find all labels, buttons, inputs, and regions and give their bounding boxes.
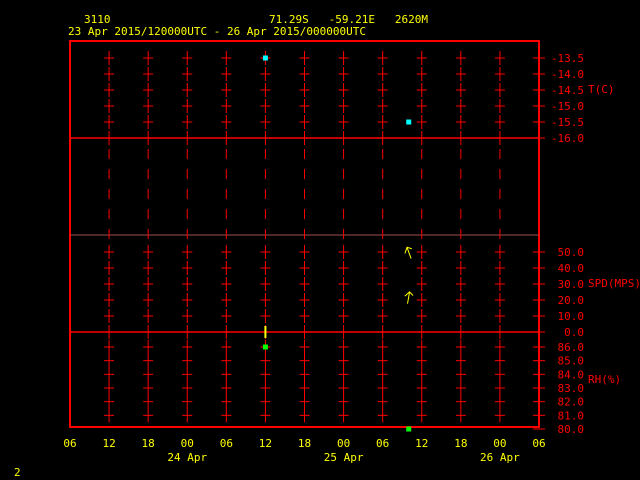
wind-arrow (404, 291, 414, 304)
y-tick-label: 80.0 (558, 423, 585, 436)
x-tick-label: 18 (298, 437, 311, 450)
x-tick-label: 00 (337, 437, 350, 450)
y-tick-label: 86.0 (558, 341, 585, 354)
x-day-label: 25 Apr (324, 451, 364, 464)
wind-arrow-shape (404, 291, 414, 304)
y-tick-label: -14.0 (551, 68, 584, 81)
x-tick-label: 12 (102, 437, 115, 450)
x-tick-label: 00 (181, 437, 194, 450)
y-tick-label: 10.0 (558, 310, 585, 323)
x-tick-label: 18 (142, 437, 155, 450)
ylabel-rh: RH(%) (588, 373, 621, 386)
wind-arrow (404, 246, 412, 259)
y-tick-label: 84.0 (558, 368, 585, 381)
y-tick-label: 20.0 (558, 294, 585, 307)
wind-arrow-shape (404, 246, 412, 259)
x-tick-label: 06 (63, 437, 76, 450)
y-tick-label: -15.5 (551, 116, 584, 129)
temperature-point (262, 55, 268, 61)
y-tick-label: 50.0 (558, 246, 585, 259)
x-tick-label: 18 (454, 437, 467, 450)
y-tick-label: 40.0 (558, 262, 585, 275)
rh-point (262, 344, 268, 350)
y-tick-label: 83.0 (558, 382, 585, 395)
x-day-label: 24 Apr (167, 451, 207, 464)
meteogram-chart: 3110 71.29S -59.21E 2620M 23 Apr 2015/12… (14, 13, 640, 479)
x-tick-label: 06 (532, 437, 545, 450)
y-tick-label: -15.0 (551, 100, 584, 113)
y-tick-label: 81.0 (558, 409, 585, 422)
x-tick-label: 06 (376, 437, 389, 450)
x-tick-label: 00 (493, 437, 506, 450)
x-day-label: 26 Apr (480, 451, 520, 464)
x-tick-label: 06 (220, 437, 233, 450)
y-tick-label: -14.5 (551, 84, 584, 97)
temperature-point (406, 119, 412, 125)
y-tick-label: 0.0 (564, 326, 584, 339)
x-tick-label: 12 (415, 437, 428, 450)
page-number: 2 (14, 466, 21, 479)
ylabel-temp: T(C) (588, 83, 615, 96)
x-tick-label: 12 (259, 437, 272, 450)
y-tick-label: 82.0 (558, 396, 585, 409)
ylabel-speed: SPD(MPS) (588, 277, 640, 290)
rh-point (406, 426, 412, 432)
y-tick-label: 85.0 (558, 355, 585, 368)
time-range: 23 Apr 2015/120000UTC - 26 Apr 2015/0000… (68, 25, 366, 38)
y-tick-label: -13.5 (551, 52, 584, 65)
y-tick-label: 30.0 (558, 278, 585, 291)
y-tick-label: -16.0 (551, 132, 584, 145)
